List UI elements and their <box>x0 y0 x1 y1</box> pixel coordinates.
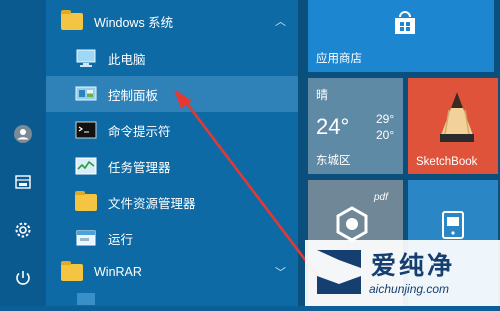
pencil-icon <box>440 92 474 142</box>
list-item-control-panel[interactable]: 控制面板 <box>46 76 298 112</box>
chevron-up-icon: ︿ <box>275 16 286 28</box>
settings-button[interactable] <box>0 210 46 250</box>
list-item-label: 运行 <box>108 232 134 247</box>
task-manager-icon <box>74 154 98 178</box>
list-item-file-explorer[interactable]: 文件资源管理器 <box>46 184 298 220</box>
settings-icon <box>15 222 31 238</box>
watermark: 爱纯净 aichunjing.com <box>305 240 500 306</box>
watermark-text: 爱纯净 <box>371 251 456 280</box>
weather-high: 29° <box>376 112 395 126</box>
user-button[interactable] <box>0 114 46 154</box>
sketchbook-tile-label: SketchBook <box>416 156 478 168</box>
weather-temp: 24° <box>316 114 350 139</box>
run-icon <box>74 226 98 250</box>
weather-city: 东城区 <box>316 155 351 167</box>
weather-low: 20° <box>376 128 395 142</box>
group-winrar[interactable]: WinRAR ﹀ <box>46 253 298 291</box>
list-item-command-prompt[interactable]: 命令提示符 <box>46 112 298 148</box>
start-left-rail <box>0 0 46 306</box>
command-prompt-icon <box>74 118 98 142</box>
list-item-label: 命令提示符 <box>108 124 171 139</box>
watermark-url: aichunjing.com <box>369 282 450 296</box>
power-button[interactable] <box>0 258 46 298</box>
list-item-task-manager[interactable]: 任务管理器 <box>46 148 298 184</box>
app-icon <box>74 287 98 311</box>
group-label: Windows 系统 <box>94 15 174 30</box>
weather-tile[interactable]: 晴 24° 29° 20° 东城区 <box>308 78 403 174</box>
chevron-down-icon: ﹀ <box>275 267 286 279</box>
document-gear-icon <box>336 206 368 242</box>
store-tile-label: 应用商店 <box>316 53 362 65</box>
user-icon <box>14 125 32 143</box>
weather-condition: 晴 <box>316 88 329 102</box>
store-tile[interactable]: 应用商店 <box>308 0 494 72</box>
sketchbook-tile[interactable]: SketchBook <box>408 78 498 174</box>
list-item-label: 文件资源管理器 <box>108 196 196 211</box>
documents-icon <box>15 175 31 189</box>
list-item-run[interactable]: 运行 <box>46 220 298 256</box>
group-windows-system[interactable]: Windows 系统 ︿ <box>46 2 298 40</box>
list-item-partial <box>46 292 298 306</box>
list-item-this-pc[interactable]: 此电脑 <box>46 40 298 76</box>
store-icon <box>395 11 415 34</box>
file-explorer-icon <box>74 190 98 214</box>
control-panel-icon <box>74 82 98 106</box>
group-label: WinRAR <box>94 265 142 279</box>
folder-icon <box>60 9 84 33</box>
list-item-label: 控制面板 <box>108 88 159 103</box>
list-item-label: 任务管理器 <box>108 160 171 175</box>
start-app-list: Windows 系统 ︿ 此电脑 控制面板 命令提示符 任务管理器 文件资源管理… <box>46 0 298 306</box>
documents-button[interactable] <box>0 162 46 202</box>
watermark-logo-icon <box>317 250 361 294</box>
list-item-label: 此电脑 <box>108 52 146 67</box>
power-icon <box>16 271 30 285</box>
tablet-icon <box>442 211 464 239</box>
pdf-tag: pdf <box>374 192 388 203</box>
folder-icon <box>60 260 84 284</box>
this-pc-icon <box>74 46 98 70</box>
